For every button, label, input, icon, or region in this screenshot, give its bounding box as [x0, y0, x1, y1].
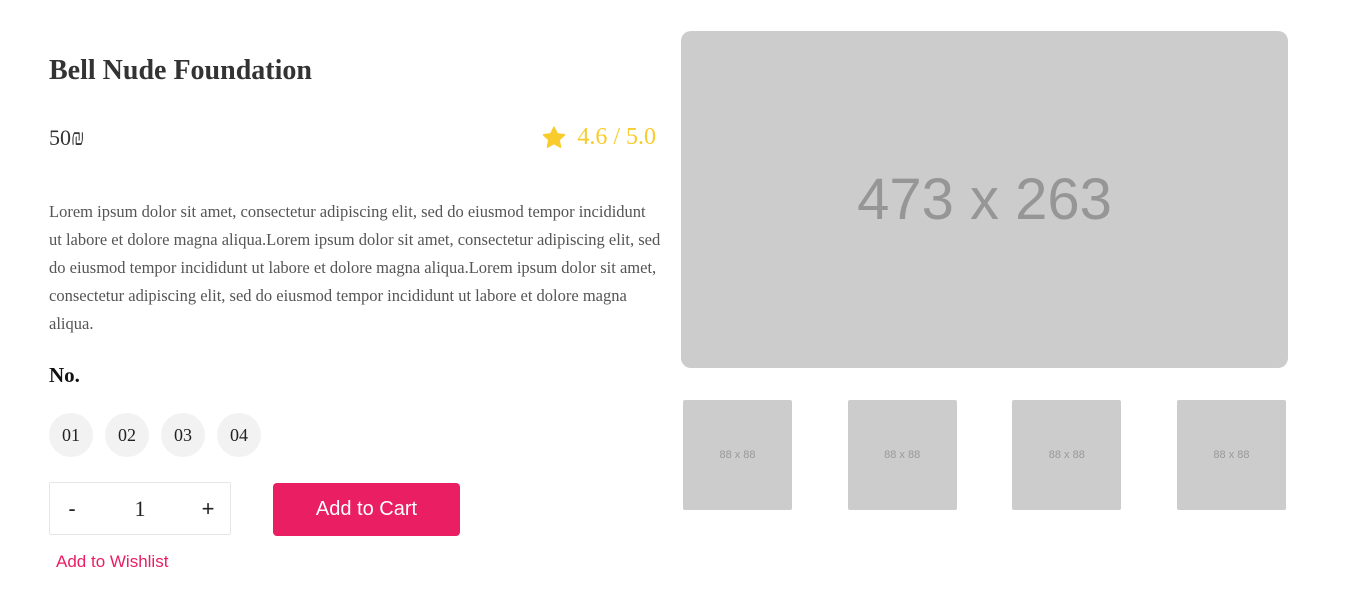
product-title: Bell Nude Foundation	[49, 55, 312, 86]
thumbnail-image[interactable]: 88 x 88	[1176, 400, 1286, 510]
variant-heading: No.	[49, 363, 80, 387]
star-icon	[541, 125, 567, 151]
add-to-wishlist-link[interactable]: Add to Wishlist	[56, 552, 168, 572]
variant-option-01[interactable]: 01	[49, 413, 93, 457]
rating-value: 4.6 / 5.0	[577, 124, 656, 150]
variant-options: 01 02 03 04	[49, 413, 261, 457]
variant-option-03[interactable]: 03	[161, 413, 205, 457]
product-price: 50₪	[49, 125, 85, 150]
variant-option-04[interactable]: 04	[217, 413, 261, 457]
product-description: Lorem ipsum dolor sit amet, consectetur …	[49, 202, 661, 333]
thumbnail-image[interactable]: 88 x 88	[847, 400, 957, 510]
product-rating: 4.6 / 5.0	[541, 124, 656, 151]
thumbnail-image[interactable]: 88 x 88	[1012, 400, 1122, 510]
thumbnail-image[interactable]: 88 x 88	[683, 400, 792, 510]
quantity-stepper: - 1 +	[49, 482, 231, 535]
thumbnail-gallery: 88 x 88 88 x 88 88 x 88 88 x 88	[683, 400, 1286, 510]
quantity-input[interactable]: 1	[94, 496, 186, 522]
decrement-button[interactable]: -	[50, 483, 94, 534]
increment-button[interactable]: +	[186, 483, 230, 534]
main-product-image[interactable]: 473 x 263	[681, 31, 1288, 368]
variant-option-02[interactable]: 02	[105, 413, 149, 457]
add-to-cart-button[interactable]: Add to Cart	[273, 483, 460, 536]
